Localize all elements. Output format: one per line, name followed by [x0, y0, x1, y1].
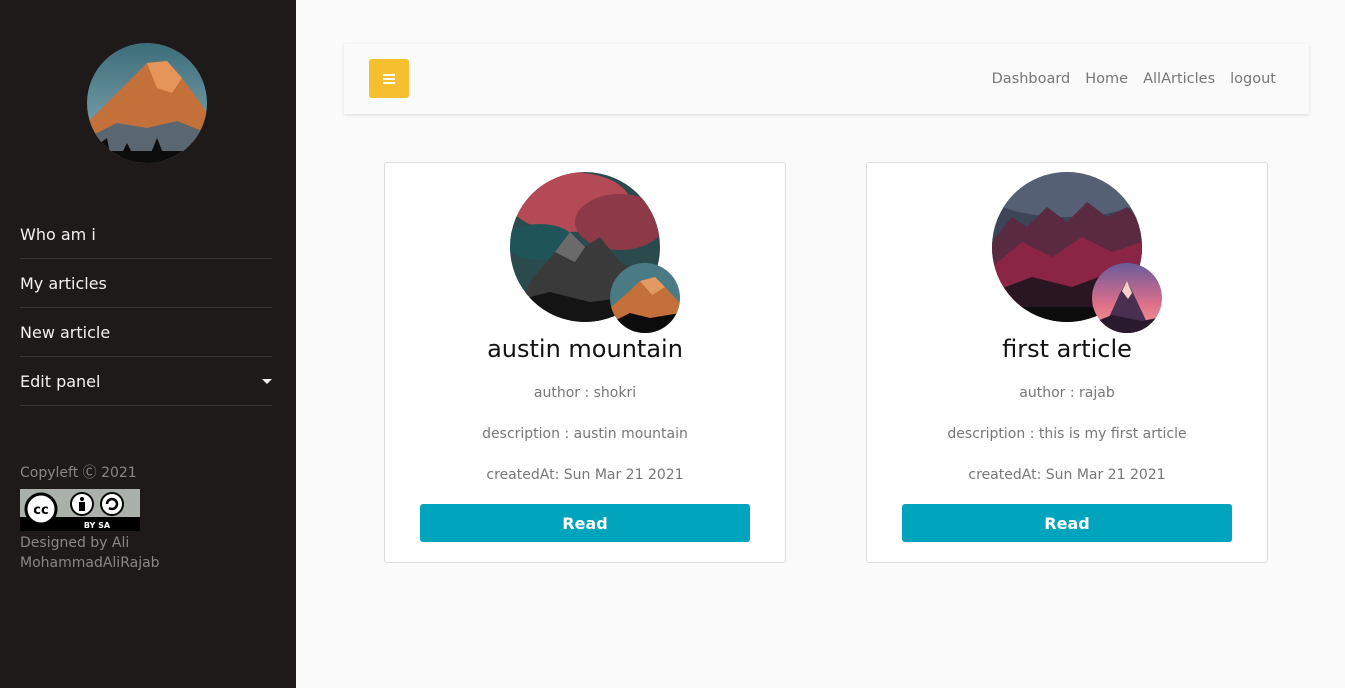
sidebar-item-label: Who am i: [20, 224, 96, 244]
sidebar-item-who-am-i[interactable]: Who am i: [20, 210, 272, 259]
menu-toggle-button[interactable]: [369, 59, 409, 98]
article-author: author : rajab: [1019, 385, 1115, 401]
article-card: austin mountain author : shokri descript…: [384, 162, 786, 563]
top-navbar: Dashboard Home AllArticles logout: [344, 44, 1309, 114]
sidebar-item-new-article[interactable]: New article: [20, 308, 272, 357]
sidebar-item-label: My articles: [20, 273, 107, 293]
sidebar: Who am i My articles New article Edit pa…: [0, 0, 296, 688]
matterhorn-sunset-photo-icon: [1092, 263, 1162, 333]
caret-down-icon: [262, 378, 272, 384]
nav-link-all-articles[interactable]: AllArticles: [1143, 71, 1215, 87]
article-title: austin mountain: [487, 335, 683, 363]
nav-link-dashboard[interactable]: Dashboard: [992, 71, 1071, 87]
read-button[interactable]: Read: [420, 504, 750, 542]
mountain-photo-icon: [87, 43, 207, 163]
svg-text:BY SA: BY SA: [84, 521, 111, 530]
read-button[interactable]: Read: [902, 504, 1232, 542]
sidebar-footer: Copyleft Ⓒ 2021 cc BY SA Designed by Ali…: [20, 463, 160, 573]
svg-text:cc: cc: [33, 503, 48, 518]
sidebar-item-my-articles[interactable]: My articles: [20, 259, 272, 308]
article-description: description : this is my first article: [947, 426, 1187, 442]
copyleft-text: Copyleft Ⓒ 2021: [20, 465, 137, 481]
article-title: first article: [1002, 335, 1132, 363]
article-author: author : shokri: [533, 385, 637, 401]
article-card: first article author : rajab description…: [866, 162, 1268, 563]
sidebar-item-label: New article: [20, 322, 111, 342]
article-description: description : austin mountain: [482, 426, 688, 442]
designer-name: MohammadAliRajab: [20, 555, 160, 571]
author-avatar: [610, 263, 680, 333]
nav-link-logout[interactable]: logout: [1230, 71, 1276, 87]
author-avatar: [1092, 263, 1162, 333]
cc-by-sa-license-icon[interactable]: cc BY SA: [20, 489, 140, 531]
mountain-photo-icon: [610, 263, 680, 333]
profile-avatar: [87, 43, 207, 163]
top-nav-links: Dashboard Home AllArticles logout: [977, 44, 1276, 114]
hamburger-icon: [383, 73, 395, 84]
article-created-date: createdAt: Sun Mar 21 2021: [968, 467, 1166, 483]
sidebar-nav: Who am i My articles New article Edit pa…: [20, 210, 272, 406]
designed-by-text: Designed by Ali: [20, 535, 130, 551]
sidebar-item-label: Edit panel: [20, 371, 101, 391]
sidebar-item-edit-panel[interactable]: Edit panel: [20, 357, 272, 406]
nav-link-home[interactable]: Home: [1085, 71, 1128, 87]
article-created-date: createdAt: Sun Mar 21 2021: [486, 467, 684, 483]
